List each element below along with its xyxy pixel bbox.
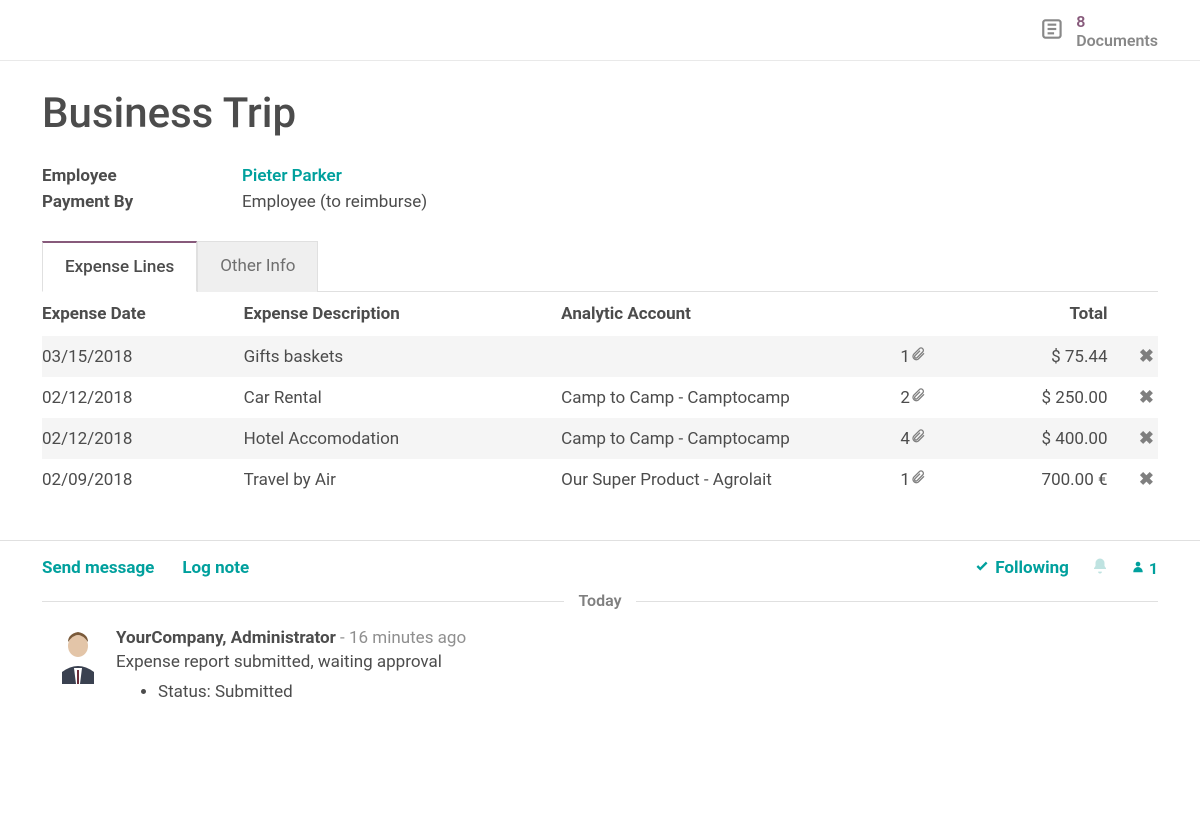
col-header-description[interactable]: Expense Description [244,292,562,336]
table-row[interactable]: 02/12/2018Car RentalCamp to Camp - Campt… [42,377,1158,418]
message-header: YourCompany, Administrator - 16 minutes … [116,628,466,648]
top-bar: 8 Documents [0,0,1200,61]
message-time: 16 minutes ago [349,628,466,648]
paperclip-icon [910,470,926,490]
cell-attachment-count: 1 [874,459,910,500]
cell-date: 03/15/2018 [42,336,244,377]
documents-label: Documents [1076,31,1158,50]
cell-date: 02/12/2018 [42,418,244,459]
bell-icon[interactable] [1091,557,1109,579]
close-icon: ✖ [1139,428,1154,449]
cell-remove[interactable]: ✖ [1108,459,1158,500]
send-message-button[interactable]: Send message [42,558,154,578]
payment-by-label: Payment By [42,192,242,212]
chatter-follow-controls: Following 1 [975,557,1158,579]
cell-analytic: Our Super Product - Agrolait [561,459,874,500]
employee-label: Employee [42,166,242,186]
payment-by-value: Employee (to reimburse) [242,192,427,212]
message-body: YourCompany, Administrator - 16 minutes … [116,628,466,702]
employee-value-link[interactable]: Pieter Parker [242,166,342,186]
message-time-sep: - [336,628,349,648]
paperclip-icon [910,347,926,367]
message: YourCompany, Administrator - 16 minutes … [0,610,1200,712]
log-note-button[interactable]: Log note [182,558,249,578]
cell-attachment-icon[interactable] [910,459,946,500]
close-icon: ✖ [1139,346,1154,367]
avatar[interactable] [56,628,100,684]
page-title: Business Trip [42,89,1158,138]
documents-count: 8 [1076,12,1158,31]
chatter-actions: Send message Log note [42,558,249,578]
paperclip-icon [910,429,926,449]
table-row[interactable]: 03/15/2018Gifts baskets 1 $ 75.44 ✖ [42,336,1158,377]
col-header-total[interactable]: Total [946,292,1107,336]
cell-analytic: Camp to Camp - Camptocamp [561,377,874,418]
col-header-analytic[interactable]: Analytic Account [561,292,874,336]
cell-analytic [561,336,874,377]
message-content: Expense report submitted, waiting approv… [116,652,466,672]
following-label: Following [995,558,1069,578]
field-payment-by: Payment By Employee (to reimburse) [42,192,1158,212]
cell-date: 02/09/2018 [42,459,244,500]
cell-total: $ 400.00 [946,418,1107,459]
field-group: Employee Pieter Parker Payment By Employ… [42,166,1158,212]
documents-icon [1040,16,1066,46]
close-icon: ✖ [1139,387,1154,408]
paperclip-icon [910,388,926,408]
date-divider-label: Today [564,591,635,610]
cell-total: $ 75.44 [946,336,1107,377]
table-row[interactable]: 02/12/2018Hotel AccomodationCamp to Camp… [42,418,1158,459]
cell-description: Hotel Accomodation [244,418,562,459]
person-icon [1131,559,1145,578]
cell-description: Gifts baskets [244,336,562,377]
cell-attachment-icon[interactable] [910,336,946,377]
tabs: Expense Lines Other Info [42,240,1158,292]
cell-date: 02/12/2018 [42,377,244,418]
table-header-row: Expense Date Expense Description Analyti… [42,292,1158,336]
cell-analytic: Camp to Camp - Camptocamp [561,418,874,459]
col-header-date[interactable]: Expense Date [42,292,244,336]
cell-attachment-count: 1 [874,336,910,377]
expense-table: Expense Date Expense Description Analyti… [42,292,1158,500]
cell-total: 700.00 € [946,459,1107,500]
documents-button[interactable]: 8 Documents [1040,12,1158,50]
cell-attachment-icon[interactable] [910,377,946,418]
field-employee: Employee Pieter Parker [42,166,1158,186]
message-author[interactable]: YourCompany, Administrator [116,628,336,648]
cell-description: Car Rental [244,377,562,418]
tab-other-info[interactable]: Other Info [197,241,318,292]
cell-attachment-count: 2 [874,377,910,418]
check-icon [975,558,989,578]
close-icon: ✖ [1139,469,1154,490]
cell-remove[interactable]: ✖ [1108,336,1158,377]
message-status-item: Status: Submitted [158,682,466,702]
col-header-attachments-count [874,292,910,336]
cell-description: Travel by Air [244,459,562,500]
following-button[interactable]: Following [975,558,1069,578]
col-header-attachments-icon [910,292,946,336]
follower-count-value: 1 [1149,559,1158,578]
follower-count-button[interactable]: 1 [1131,559,1158,578]
chatter-bar: Send message Log note Following 1 [0,540,1200,591]
cell-attachment-icon[interactable] [910,418,946,459]
tab-expense-lines[interactable]: Expense Lines [42,241,197,292]
table-row[interactable]: 02/09/2018Travel by AirOur Super Product… [42,459,1158,500]
cell-total: $ 250.00 [946,377,1107,418]
cell-attachment-count: 4 [874,418,910,459]
documents-text: 8 Documents [1076,12,1158,50]
col-header-remove [1108,292,1158,336]
cell-remove[interactable]: ✖ [1108,418,1158,459]
cell-remove[interactable]: ✖ [1108,377,1158,418]
date-divider: Today [42,591,1158,610]
main-form: Business Trip Employee Pieter Parker Pay… [0,61,1200,500]
